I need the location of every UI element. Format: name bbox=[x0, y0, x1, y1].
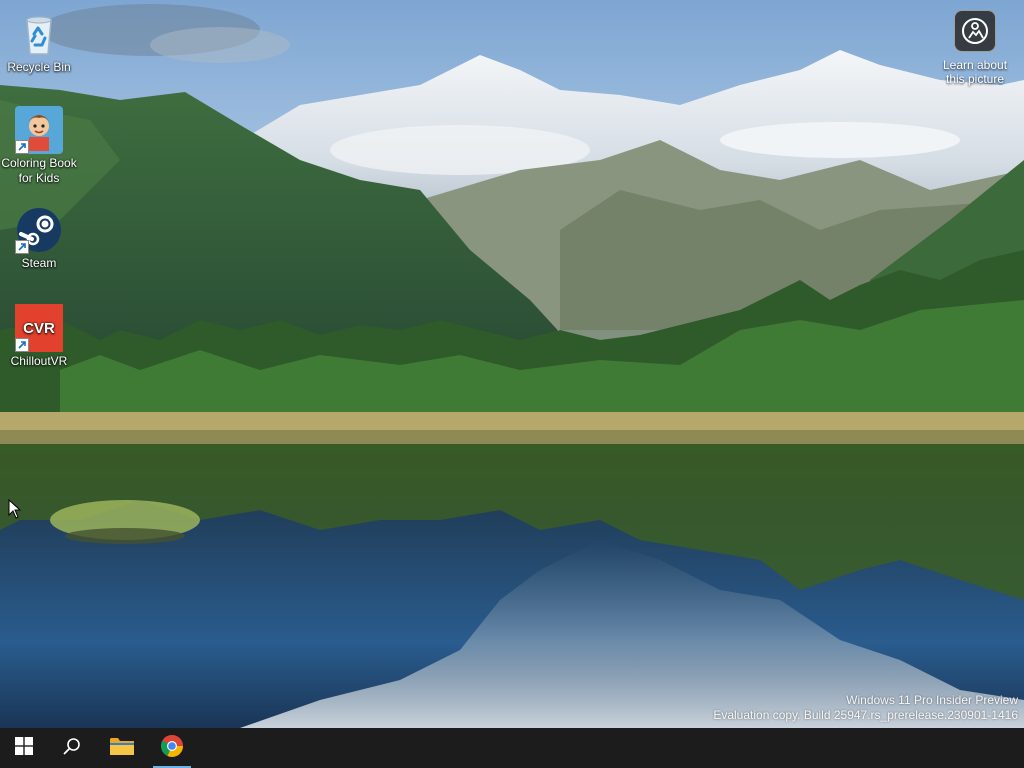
steam-icon bbox=[15, 206, 63, 254]
camera-info-icon bbox=[954, 10, 996, 52]
recycle-bin-icon bbox=[15, 10, 63, 58]
chrome-icon bbox=[160, 734, 184, 763]
taskbar bbox=[0, 728, 1024, 768]
coloring-book-shortcut[interactable]: Coloring Book for Kids bbox=[1, 106, 77, 186]
watermark-line-1: Windows 11 Pro Insider Preview bbox=[846, 693, 1018, 707]
search-icon bbox=[63, 737, 81, 760]
watermark-line-2: Evaluation copy. Build 25947.rs_prerelea… bbox=[713, 708, 1018, 722]
steam-shortcut[interactable]: Steam bbox=[1, 206, 77, 271]
coloring-book-icon bbox=[15, 106, 63, 154]
mouse-cursor-icon bbox=[8, 498, 22, 524]
windows-start-icon bbox=[15, 736, 33, 760]
file-explorer-button[interactable] bbox=[99, 728, 145, 768]
learn-about-picture-shortcut[interactable]: Learn about this picture bbox=[936, 10, 1014, 86]
shortcut-arrow-icon bbox=[15, 338, 29, 352]
steam-label: Steam bbox=[21, 256, 57, 270]
chilloutvr-label: ChilloutVR bbox=[10, 354, 68, 368]
chilloutvr-shortcut[interactable]: CVR ChilloutVR bbox=[1, 304, 77, 369]
start-button[interactable] bbox=[1, 728, 47, 768]
file-explorer-icon bbox=[109, 735, 135, 762]
wallpaper bbox=[0, 0, 1024, 728]
recycle-bin-shortcut[interactable]: Recycle Bin bbox=[1, 10, 77, 75]
search-button[interactable] bbox=[49, 728, 95, 768]
shortcut-arrow-icon bbox=[15, 140, 29, 154]
learn-about-picture-label: Learn about this picture bbox=[942, 58, 1008, 86]
coloring-book-label: Coloring Book for Kids bbox=[1, 156, 77, 185]
evaluation-watermark: Windows 11 Pro Insider Preview Evaluatio… bbox=[713, 693, 1018, 723]
shortcut-arrow-icon bbox=[15, 240, 29, 254]
recycle-bin-label: Recycle Bin bbox=[7, 60, 71, 74]
desktop[interactable]: Recycle Bin Coloring Book for Kids Steam… bbox=[0, 0, 1024, 728]
chilloutvr-icon: CVR bbox=[15, 304, 63, 352]
chrome-button[interactable] bbox=[149, 728, 195, 768]
svg-text:CVR: CVR bbox=[23, 320, 55, 337]
